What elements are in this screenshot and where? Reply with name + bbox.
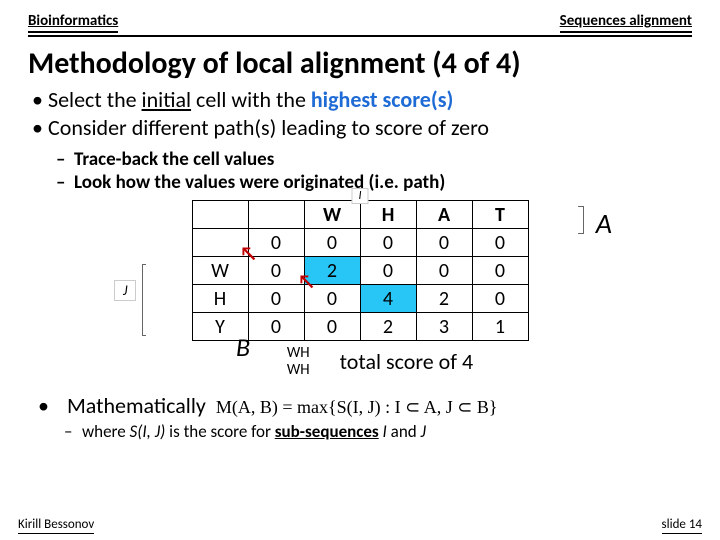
matrix-cell: 3 bbox=[416, 313, 472, 341]
bullet-1-highlight: highest score(s) bbox=[311, 86, 453, 113]
aligned-subseq: WH WH bbox=[287, 345, 310, 378]
matrix-cell: 0 bbox=[472, 229, 528, 257]
slide: Bioinformatics Sequences alignment Metho… bbox=[0, 0, 720, 540]
where-and: and bbox=[387, 421, 421, 442]
matrix-col-head: W bbox=[304, 201, 360, 229]
bullet-dot: • bbox=[38, 392, 49, 419]
matrix-row-head: W bbox=[192, 257, 248, 285]
i-label: I bbox=[351, 188, 368, 204]
math-label: Mathematically bbox=[67, 392, 206, 419]
matrix-row-head: H bbox=[192, 285, 248, 313]
b-label: B bbox=[236, 331, 250, 363]
matrix-row: W 0 2 0 0 0 bbox=[192, 257, 528, 285]
page-title: Methodology of local alignment (4 of 4) bbox=[28, 45, 692, 82]
bullet-1-pre: Select the bbox=[48, 86, 142, 113]
header-right: Sequences alignment bbox=[560, 12, 692, 33]
matrix-cell: 2 bbox=[416, 285, 472, 313]
footer-slide-num: slide 14 bbox=[662, 517, 702, 534]
where-pre: where bbox=[82, 421, 130, 442]
matrix-cell-path: 4 bbox=[360, 285, 416, 313]
matrix-col-head: H bbox=[360, 201, 416, 229]
bullet-1: Select the initial cell with the highest… bbox=[28, 86, 692, 114]
matrix-cell-path: 2 bbox=[304, 257, 360, 285]
j-bracket-icon bbox=[142, 264, 146, 336]
bullet-2: Consider different path(s) leading to sc… bbox=[28, 114, 692, 142]
alignment-result-row: WH WH total score of 4 bbox=[28, 345, 692, 378]
bullet-1-mid: cell with the bbox=[191, 86, 311, 113]
dp-matrix: W H A T 0 0 0 0 0 W 0 2 0 0 0 bbox=[192, 200, 529, 341]
matrix-cell: 0 bbox=[304, 313, 360, 341]
matrix-cell: 0 bbox=[248, 257, 304, 285]
j-label: J bbox=[114, 280, 136, 301]
matrix-cell: 0 bbox=[304, 285, 360, 313]
matrix-cell: 0 bbox=[472, 285, 528, 313]
bullet-list: Select the initial cell with the highest… bbox=[28, 86, 692, 142]
bullet-1-underlined: initial bbox=[142, 86, 192, 113]
matrix-cell: 0 bbox=[416, 229, 472, 257]
footer: Kirill Bessonov slide 14 bbox=[18, 517, 702, 534]
header-rule bbox=[28, 35, 692, 37]
a-label: A bbox=[596, 206, 612, 241]
matrix-col-head bbox=[248, 201, 304, 229]
matrix-col-head bbox=[192, 201, 248, 229]
matrix-cell: 2 bbox=[360, 313, 416, 341]
aligned-B: WH bbox=[287, 362, 310, 379]
matrix-col-head: T bbox=[472, 201, 528, 229]
matrix-cell: 1 bbox=[472, 313, 528, 341]
matrix-wrap: I J A W H A T 0 0 0 0 0 W bbox=[150, 200, 570, 341]
matrix-cell: 0 bbox=[360, 257, 416, 285]
matrix-head-row: W H A T bbox=[192, 201, 528, 229]
matrix-cell: 0 bbox=[248, 285, 304, 313]
matrix-cell: 0 bbox=[248, 229, 304, 257]
matrix-row: H 0 0 4 2 0 bbox=[192, 285, 528, 313]
header-left: Bioinformatics bbox=[28, 12, 118, 33]
header-bar: Bioinformatics Sequences alignment bbox=[28, 12, 692, 33]
footer-author: Kirill Bessonov bbox=[18, 517, 94, 534]
where-bold: sub-sequences bbox=[275, 421, 379, 442]
matrix-cell: 0 bbox=[248, 313, 304, 341]
where-j: J bbox=[421, 421, 426, 442]
where-mid: is the score for bbox=[165, 421, 274, 442]
matrix-cell: 0 bbox=[472, 257, 528, 285]
matrix-row-head bbox=[192, 229, 248, 257]
total-score: total score of 4 bbox=[340, 348, 473, 375]
aligned-A: WH bbox=[287, 345, 310, 362]
matrix-cell: 0 bbox=[304, 229, 360, 257]
where-line: where S(I, J) is the score for sub-seque… bbox=[28, 421, 692, 442]
where-sij: S(I, J) bbox=[130, 421, 166, 442]
math-formula: M(A, B) = max{S(I, J) : I ⊂ A, J ⊂ B} bbox=[216, 397, 498, 418]
where-i: I bbox=[379, 421, 387, 442]
matrix-cell: 0 bbox=[416, 257, 472, 285]
sub-bullet-1: Trace-back the cell values bbox=[28, 148, 692, 171]
a-bracket-icon bbox=[578, 206, 584, 234]
matrix-col-head: A bbox=[416, 201, 472, 229]
matrix-cell: 0 bbox=[360, 229, 416, 257]
math-row: • Mathematically M(A, B) = max{S(I, J) :… bbox=[28, 392, 692, 419]
matrix-row: 0 0 0 0 0 bbox=[192, 229, 528, 257]
